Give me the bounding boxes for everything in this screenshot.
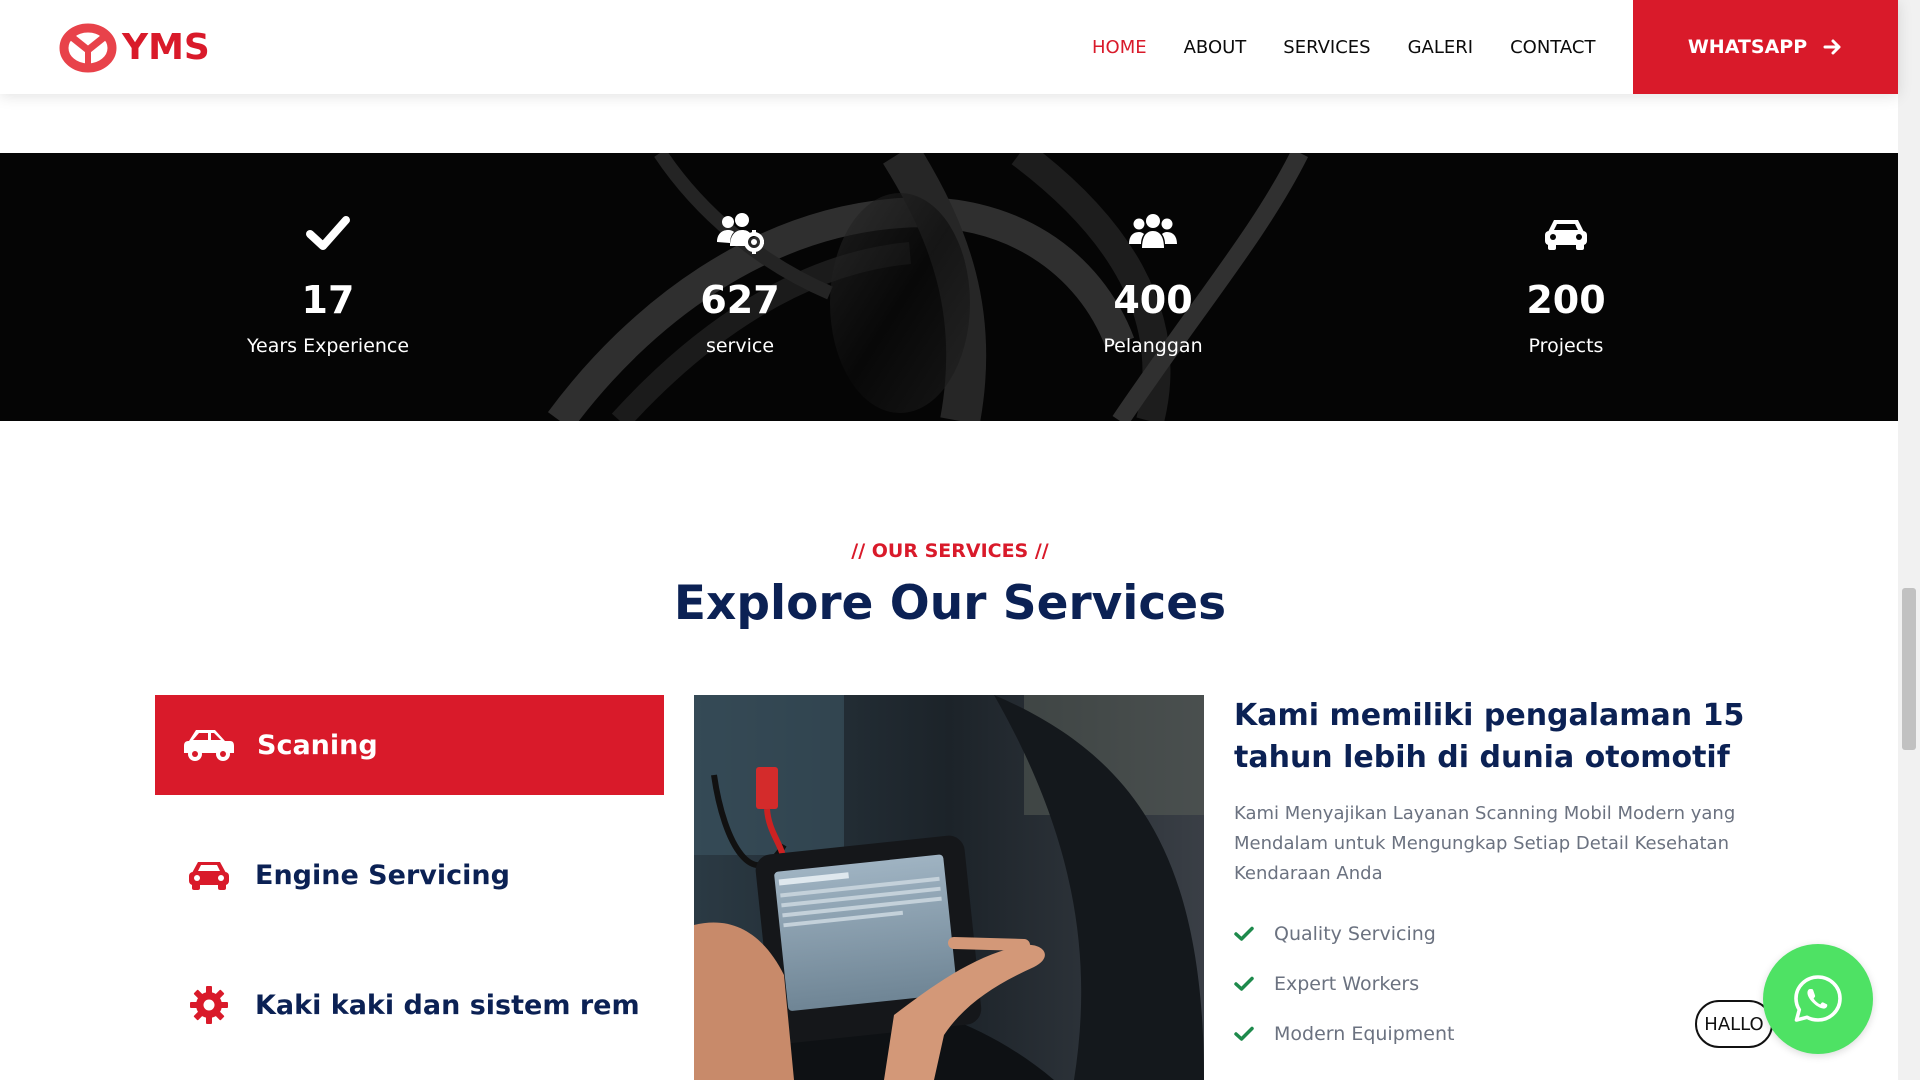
main-nav: HOME ABOUT SERVICES GALERI CONTACT bbox=[1092, 0, 1632, 94]
stat-service: 627 service bbox=[590, 153, 890, 421]
logo[interactable]: YMS bbox=[58, 20, 210, 74]
users-icon bbox=[1129, 214, 1177, 248]
tab-label: Engine Servicing bbox=[255, 859, 510, 891]
service-photo bbox=[694, 695, 1204, 1080]
nav-about[interactable]: ABOUT bbox=[1184, 37, 1247, 58]
feature-item: Expert Workers bbox=[1234, 969, 1419, 999]
stat-label: service bbox=[705, 335, 775, 357]
whatsapp-icon bbox=[1794, 975, 1842, 1022]
stat-value: 627 bbox=[700, 278, 780, 322]
car-icon bbox=[183, 725, 235, 765]
arrow-right-icon bbox=[1823, 39, 1841, 55]
users-cog-icon bbox=[717, 213, 764, 254]
section-title: Explore Our Services bbox=[673, 576, 1227, 631]
navbar: YMS HOME ABOUT SERVICES GALERI CONTACT W… bbox=[0, 0, 1898, 94]
whatsapp-button-label: WHATSAPP bbox=[1687, 36, 1808, 58]
stat-label: Years Experience bbox=[246, 335, 410, 357]
tab-brakes[interactable]: Kaki kaki dan sistem rem bbox=[155, 955, 664, 1055]
gear-icon bbox=[183, 985, 235, 1025]
stat-value: 200 bbox=[1526, 278, 1606, 322]
tab-label: Kaki kaki dan sistem rem bbox=[255, 989, 640, 1021]
check-icon bbox=[1234, 926, 1254, 941]
stat-value: 17 bbox=[301, 278, 355, 322]
service-description: Kami Menyajikan Layanan Scanning Mobil M… bbox=[1234, 803, 1736, 884]
nav-contact[interactable]: CONTACT bbox=[1510, 37, 1595, 58]
stat-label: Projects bbox=[1528, 335, 1604, 357]
feature-label: Modern Equipment bbox=[1274, 1023, 1455, 1045]
car-front-icon bbox=[183, 855, 235, 895]
stat-value: 400 bbox=[1113, 278, 1193, 322]
service-heading: Kami memiliki pengalaman 15 tahun lebih … bbox=[1234, 698, 1745, 775]
whatsapp-button[interactable]: WHATSAPP bbox=[1633, 0, 1898, 94]
page-scrollbar[interactable] bbox=[1898, 0, 1920, 1080]
nav-services[interactable]: SERVICES bbox=[1283, 37, 1370, 58]
logo-text: YMS bbox=[122, 26, 210, 68]
check-icon bbox=[306, 216, 350, 250]
nav-home[interactable]: HOME bbox=[1092, 37, 1147, 58]
check-icon bbox=[1234, 976, 1254, 991]
whatsapp-float-button[interactable] bbox=[1763, 944, 1873, 1054]
feature-item: Quality Servicing bbox=[1234, 919, 1436, 949]
tab-scaning[interactable]: Scaning bbox=[155, 695, 664, 795]
check-icon bbox=[1234, 1026, 1254, 1041]
stat-label: Pelanggan bbox=[1103, 335, 1203, 357]
stats-band: 17 Years Experience 627 service 400 Pela… bbox=[0, 153, 1898, 421]
tab-engine-servicing[interactable]: Engine Servicing bbox=[155, 825, 664, 925]
scrollbar-thumb[interactable] bbox=[1902, 588, 1916, 750]
section-eyebrow: // OUR SERVICES // bbox=[851, 540, 1049, 562]
stat-customers: 400 Pelanggan bbox=[1003, 153, 1303, 421]
logo-icon bbox=[59, 23, 117, 73]
nav-galeri[interactable]: GALERI bbox=[1408, 37, 1473, 58]
whatsapp-greeting-bubble[interactable]: HALLO bbox=[1695, 1000, 1773, 1048]
stat-years: 17 Years Experience bbox=[178, 153, 478, 421]
feature-label: Quality Servicing bbox=[1274, 923, 1436, 945]
car-icon bbox=[1545, 220, 1587, 250]
tab-label: Scaning bbox=[257, 729, 378, 761]
feature-item: Modern Equipment bbox=[1234, 1019, 1454, 1049]
feature-label: Expert Workers bbox=[1274, 973, 1420, 995]
stat-projects: 200 Projects bbox=[1416, 153, 1716, 421]
